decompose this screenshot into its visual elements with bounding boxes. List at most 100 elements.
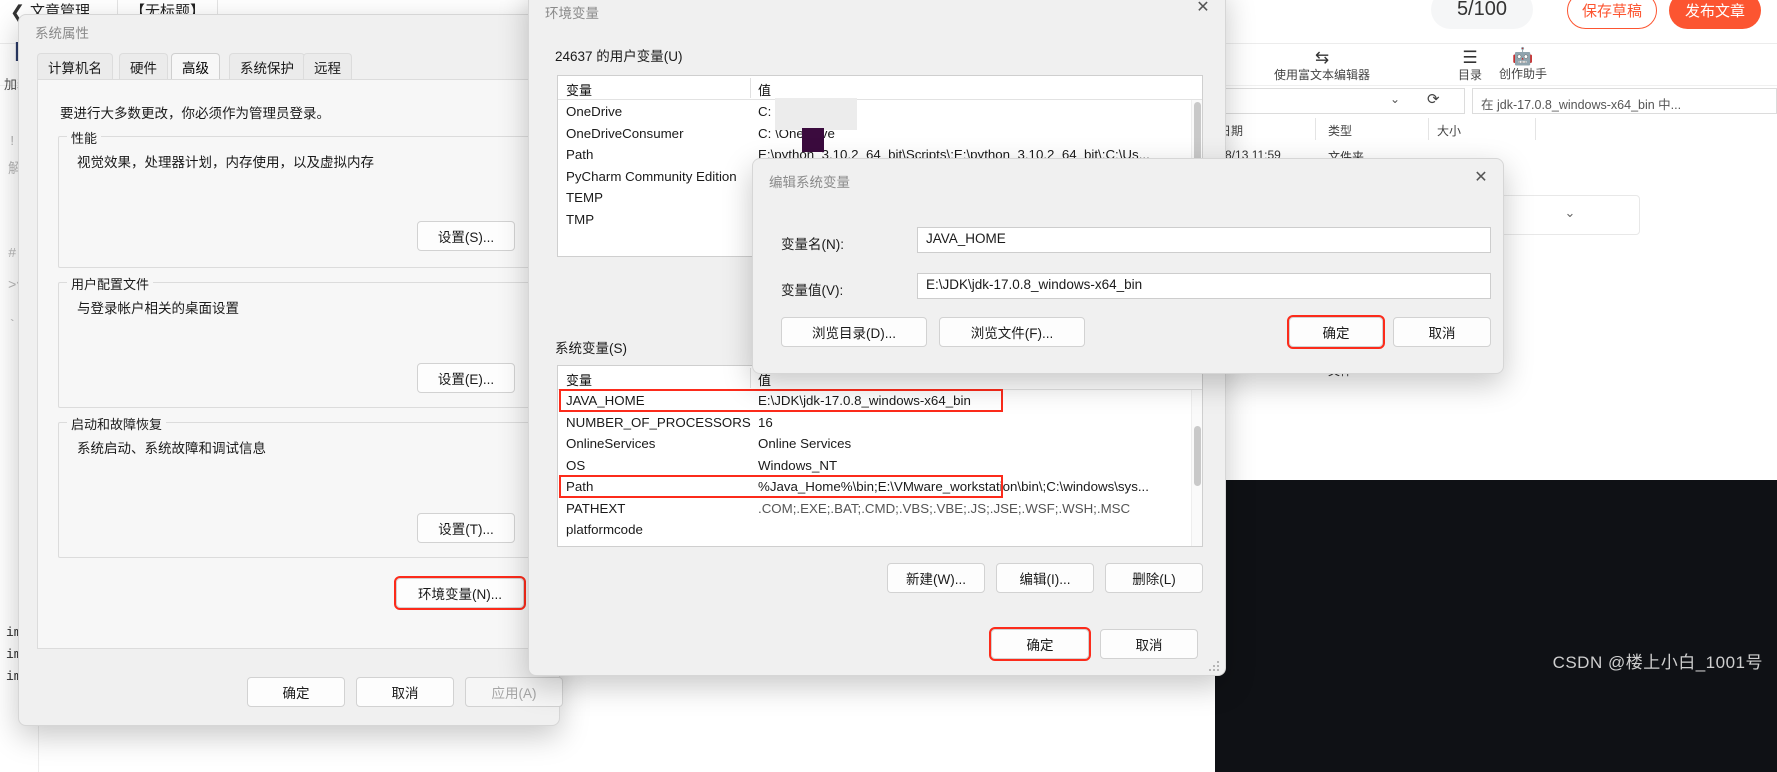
system-properties-apply-button[interactable]: 应用(A) bbox=[465, 677, 563, 707]
system-variables-table[interactable]: 变量 值 JAVA_HOME E:\JDK\jdk-17.0.8_windows… bbox=[557, 365, 1203, 547]
sys-row-5-name: PATHEXT bbox=[566, 500, 626, 516]
environment-variables-ok-button[interactable]: 确定 bbox=[989, 627, 1091, 661]
obscured-value-mask bbox=[775, 98, 857, 130]
user-row-4-name: TEMP bbox=[566, 190, 603, 205]
explorer-col-size[interactable]: 大小 bbox=[1437, 122, 1461, 139]
user-col-value[interactable]: 值 bbox=[758, 80, 771, 99]
table-row[interactable]: PROCESSOR_ARCHITECTURE AMD64 bbox=[558, 541, 1202, 546]
table-row[interactable]: Path %Java_Home%\bin;E:\VMware_workstati… bbox=[558, 477, 1202, 499]
sys-row-3-value: Windows_NT bbox=[758, 457, 838, 473]
user-row-2-name: Path bbox=[566, 147, 594, 162]
system-header-divider[interactable] bbox=[750, 368, 751, 388]
toolbar-rich-text-editor[interactable]: ⇆ 使用富文本编辑器 bbox=[1252, 48, 1392, 82]
sys-row-3-name: OS bbox=[566, 457, 586, 473]
system-variables-scrollbar[interactable] bbox=[1191, 390, 1202, 546]
performance-group-text: 视觉效果，处理器计划，内存使用，以及虚拟内存 bbox=[77, 155, 374, 170]
toolbar-outline[interactable]: ☰ 目录 bbox=[1440, 48, 1500, 82]
startup-recovery-group-text: 系统启动、系统故障和调试信息 bbox=[77, 441, 266, 456]
table-row[interactable]: OnlineServices Online Services bbox=[558, 434, 1202, 456]
browse-file-button[interactable]: 浏览文件(F)... bbox=[939, 317, 1085, 347]
publish-article-button[interactable]: 发布文章 bbox=[1668, 0, 1761, 29]
user-profiles-settings-button[interactable]: 设置(E)... bbox=[417, 363, 515, 393]
performance-settings-button[interactable]: 设置(S)... bbox=[417, 221, 515, 251]
refresh-icon[interactable]: ⟳ bbox=[1427, 90, 1440, 108]
table-row[interactable]: JAVA_HOME E:\JDK\jdk-17.0.8_windows-x64_… bbox=[558, 391, 1202, 413]
user-row-1-name: OneDriveConsumer bbox=[566, 125, 684, 141]
system-variables-scroll-thumb[interactable] bbox=[1194, 426, 1201, 486]
sys-row-1-name: NUMBER_OF_PROCESSORS bbox=[566, 414, 751, 430]
explorer-path-bar: bin ⌄ ⟳ 在 jdk-17.0.8_windows-x64_bin 中..… bbox=[1175, 86, 1777, 116]
sys-row-5-value: .COM;.EXE;.BAT;.CMD;.VBS;.VBE;.JS;.JSE;.… bbox=[758, 500, 1131, 516]
table-row[interactable]: OneDrive C: \OneDrive bbox=[558, 102, 1202, 124]
system-properties-tabstrip: 计算机名 硬件 高级 系统保护 远程 bbox=[19, 53, 561, 79]
sys-row-7-value: AMD64 bbox=[758, 543, 802, 546]
system-properties-ok-button[interactable]: 确定 bbox=[247, 677, 345, 707]
table-row[interactable]: platformcode bbox=[558, 520, 1202, 542]
new-variable-button[interactable]: 新建(W)... bbox=[887, 563, 985, 593]
edit-variable-ok-button[interactable]: 确定 bbox=[1287, 315, 1385, 349]
user-col-variable[interactable]: 变量 bbox=[566, 80, 592, 99]
close-icon[interactable]: ✕ bbox=[1459, 163, 1503, 193]
delete-variable-button[interactable]: 删除(L) bbox=[1105, 563, 1203, 593]
explorer-header-sep-3 bbox=[1535, 118, 1536, 140]
table-row[interactable]: NUMBER_OF_PROCESSORS 16 bbox=[558, 413, 1202, 435]
table-row[interactable]: OS Windows_NT bbox=[558, 456, 1202, 478]
explorer-search-input[interactable]: 在 jdk-17.0.8_windows-x64_bin 中... bbox=[1472, 88, 1777, 114]
system-col-variable[interactable]: 变量 bbox=[566, 370, 592, 389]
toolbar-outline-label: 目录 bbox=[1457, 67, 1482, 82]
variable-name-field[interactable]: JAVA_HOME bbox=[917, 227, 1491, 253]
variable-value-label: 变量值(V): bbox=[781, 283, 844, 298]
explorer-dropdown-panel[interactable]: ⌄ bbox=[1500, 195, 1640, 235]
edit-variable-button[interactable]: 编辑(I)... bbox=[996, 563, 1094, 593]
explorer-header-sep-2 bbox=[1428, 118, 1429, 140]
resize-grip-icon[interactable] bbox=[1209, 661, 1219, 671]
sys-row-0-name: JAVA_HOME bbox=[566, 393, 645, 408]
save-draft-button[interactable]: 保存草稿 bbox=[1566, 0, 1657, 29]
explorer-col-type[interactable]: 类型 bbox=[1328, 122, 1352, 139]
user-header-divider[interactable] bbox=[750, 78, 751, 98]
edit-variable-cancel-button[interactable]: 取消 bbox=[1393, 317, 1491, 347]
system-properties-cancel-button[interactable]: 取消 bbox=[356, 677, 454, 707]
user-row-0-name: OneDrive bbox=[566, 104, 623, 119]
tab-advanced[interactable]: 高级 bbox=[171, 53, 220, 79]
environment-variables-button[interactable]: 环境变量(N)... bbox=[394, 576, 526, 610]
environment-variables-cancel-button[interactable]: 取消 bbox=[1100, 629, 1198, 659]
tab-remote[interactable]: 远程 bbox=[303, 53, 352, 79]
edit-system-variable-title: 编辑系统变量 bbox=[769, 175, 850, 190]
sys-row-2-name: OnlineServices bbox=[566, 436, 656, 451]
close-icon[interactable]: ✕ bbox=[1181, 0, 1225, 23]
dark-preview-band bbox=[1215, 480, 1777, 772]
user-profiles-group: 用户配置文件 与登录帐户相关的桌面设置 设置(E)... bbox=[58, 274, 530, 408]
startup-recovery-settings-button[interactable]: 设置(T)... bbox=[417, 513, 515, 543]
admin-notice-text: 要进行大多数更改，你必须作为管理员登录。 bbox=[60, 106, 330, 121]
chevron-down-icon[interactable]: ⌄ bbox=[1390, 92, 1400, 106]
sys-row-1-value: 16 bbox=[758, 414, 773, 430]
user-profiles-group-text: 与登录帐户相关的桌面设置 bbox=[77, 301, 239, 316]
sys-row-4-name: Path bbox=[566, 479, 594, 494]
sys-row-2-value: Online Services bbox=[758, 436, 852, 451]
browse-directory-button[interactable]: 浏览目录(D)... bbox=[781, 317, 927, 347]
system-variables-legend: 系统变量(S) bbox=[555, 341, 627, 356]
startup-recovery-group: 启动和故障恢复 系统启动、系统故障和调试信息 设置(T)... bbox=[58, 414, 530, 558]
performance-group-legend: 性能 bbox=[67, 128, 102, 147]
robot-icon: 🤖 bbox=[1512, 47, 1534, 66]
explorer-column-headers: 日期 类型 大小 bbox=[1215, 118, 1777, 142]
user-row-3-name: PyCharm Community Edition bbox=[566, 168, 737, 184]
user-profiles-group-legend: 用户配置文件 bbox=[67, 274, 154, 293]
tab-computer-name[interactable]: 计算机名 bbox=[37, 53, 113, 79]
environment-variables-title: 环境变量 bbox=[545, 6, 599, 21]
swap-icon: ⇆ bbox=[1314, 48, 1330, 67]
user-row-5-name: TMP bbox=[566, 211, 595, 227]
explorer-header-sep-1 bbox=[1315, 118, 1316, 140]
tab-hardware[interactable]: 硬件 bbox=[119, 53, 168, 79]
gutter-line-2: # bbox=[8, 246, 17, 262]
screen-root: ❮ 文章管理 【无标题】 5/100 保存草稿 发布文章 ⇆ 使用富文本编辑器 … bbox=[0, 0, 1777, 772]
variable-value-field[interactable]: E:\JDK\jdk-17.0.8_windows-x64_bin bbox=[917, 273, 1491, 299]
toolbar-ai-assistant[interactable]: 🤖 创作助手 bbox=[1492, 47, 1554, 81]
toolbar-ai-assistant-label: 创作助手 bbox=[1498, 66, 1547, 81]
user-variables-header: 变量 值 bbox=[558, 76, 1202, 100]
tab-system-protection[interactable]: 系统保护 bbox=[229, 53, 305, 79]
table-row[interactable]: OneDriveConsumer C: \OneDrive bbox=[558, 124, 1202, 146]
list-icon: ☰ bbox=[1462, 48, 1478, 67]
table-row[interactable]: PATHEXT .COM;.EXE;.BAT;.CMD;.VBS;.VBE;.J… bbox=[558, 499, 1202, 521]
